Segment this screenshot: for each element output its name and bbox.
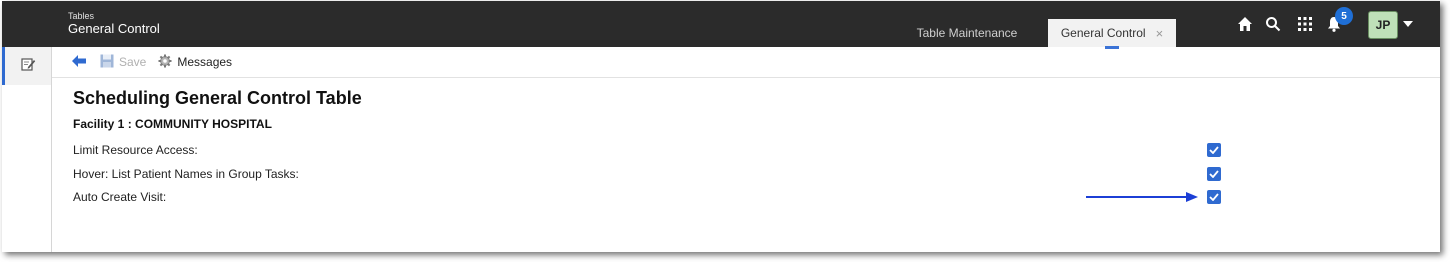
back-button[interactable]	[72, 54, 86, 70]
toolbar: Save Messages	[52, 47, 1440, 78]
tab-label: Table Maintenance	[916, 26, 1018, 40]
gear-icon	[158, 54, 172, 71]
notification-badge: 5	[1335, 7, 1353, 25]
checkmark-icon	[1209, 170, 1219, 178]
setting-label-hover-list-patient-names: Hover: List Patient Names in Group Tasks…	[73, 167, 299, 181]
close-tab-icon[interactable]: ×	[1156, 26, 1164, 41]
messages-button[interactable]: Messages	[158, 54, 232, 71]
save-icon	[100, 54, 114, 71]
chevron-down-icon[interactable]	[1403, 21, 1413, 27]
tab-label: General Control	[1060, 26, 1146, 40]
left-rail	[2, 47, 52, 252]
setting-label-limit-resource-access: Limit Resource Access:	[73, 143, 198, 157]
messages-label: Messages	[177, 55, 233, 69]
save-button[interactable]: Save	[100, 54, 146, 71]
edit-note-icon	[20, 56, 36, 77]
auto-create-visit-checkbox[interactable]	[1207, 190, 1221, 204]
avatar[interactable]: JP	[1368, 11, 1398, 39]
top-bar: Tables General Control Table Maintenance…	[2, 1, 1440, 49]
tab-general-control[interactable]: General Control ×	[1048, 19, 1176, 49]
rail-item-edit[interactable]	[2, 47, 51, 85]
app-window: Tables General Control Table Maintenance…	[2, 1, 1440, 252]
home-icon[interactable]	[1235, 14, 1255, 34]
page-title: Scheduling General Control Table	[73, 88, 362, 108]
checkmark-icon	[1209, 193, 1219, 201]
app-title: General Control	[68, 21, 160, 36]
facility-label: Facility 1 : COMMUNITY HOSPITAL	[73, 117, 272, 131]
tab-table-maintenance[interactable]: Table Maintenance	[908, 19, 1026, 47]
apps-grid-icon[interactable]	[1295, 14, 1315, 34]
annotation-arrow-icon	[1086, 190, 1200, 208]
hover-list-patient-names-checkbox[interactable]	[1207, 167, 1221, 181]
setting-label-auto-create-visit: Auto Create Visit:	[73, 190, 167, 204]
checkmark-icon	[1209, 146, 1219, 154]
limit-resource-access-checkbox[interactable]	[1207, 143, 1221, 157]
back-arrow-icon	[72, 54, 86, 70]
save-label: Save	[119, 55, 147, 69]
module-label: Tables	[68, 11, 95, 21]
search-icon[interactable]	[1263, 14, 1283, 34]
